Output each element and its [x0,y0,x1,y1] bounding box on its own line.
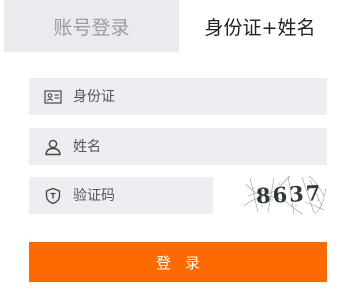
name-field[interactable] [29,128,327,165]
id-card-field[interactable] [29,78,327,115]
captcha-field[interactable] [29,177,213,214]
login-button[interactable]: 登录 [29,242,327,282]
user-icon [44,138,62,156]
tab-account-login[interactable]: 账号登录 [4,0,179,52]
login-tabs: 账号登录 身份证+姓名 [4,0,341,52]
login-panel: 账号登录 身份证+姓名 身份证 姓名 验证码 8637 登录 [0,0,341,305]
captcha-text: 8637 [255,180,323,208]
captcha-image[interactable]: 8637 [243,172,327,216]
name-input[interactable] [73,136,293,157]
id-card-icon [44,88,62,106]
shield-icon [44,187,62,205]
tab-id-name-login[interactable]: 身份证+姓名 [179,0,341,52]
id-card-input[interactable] [73,86,293,107]
captcha-input[interactable] [73,185,203,206]
